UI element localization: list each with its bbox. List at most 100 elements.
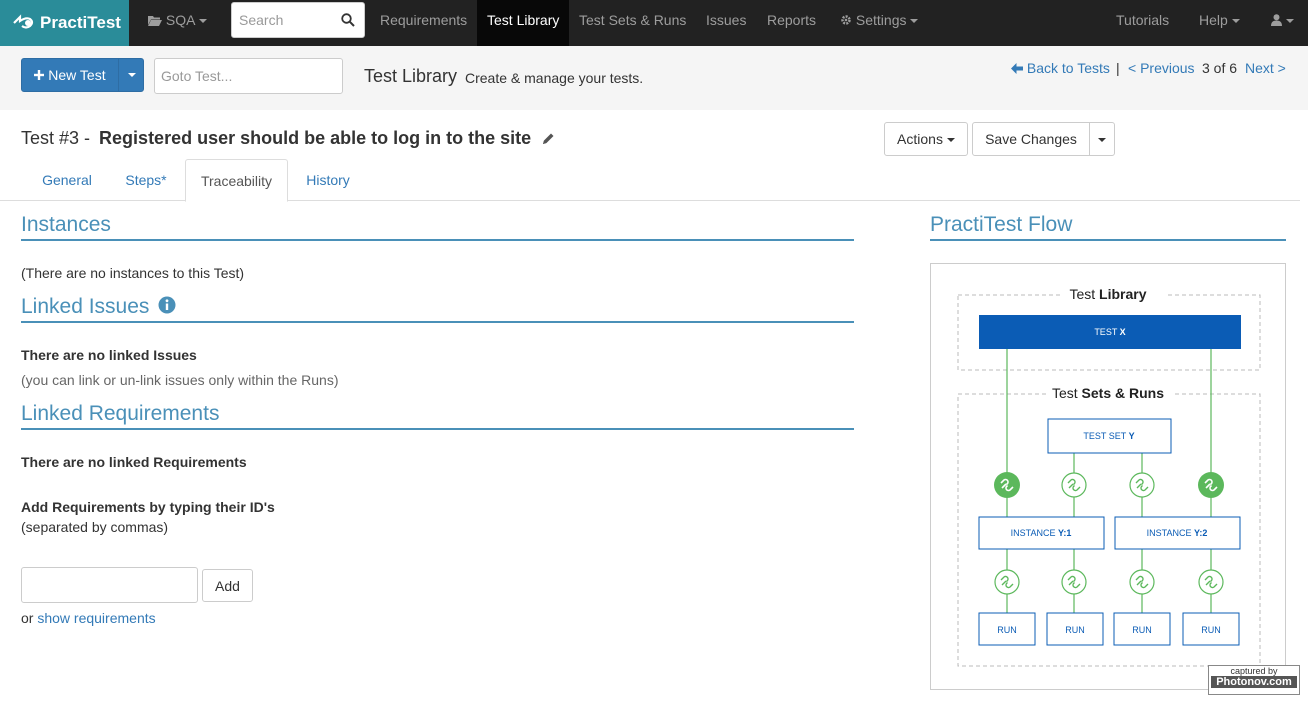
search-input[interactable] xyxy=(232,3,332,37)
chevron-down-icon xyxy=(199,19,208,24)
folder-open-icon xyxy=(148,16,162,26)
run-label-2: RUN xyxy=(1065,625,1085,635)
capture-watermark: captured by Photonov.com xyxy=(1208,665,1300,695)
linked-requirements-heading: Linked Requirements xyxy=(21,402,854,430)
add-requirements-button[interactable]: Add xyxy=(202,569,253,602)
nav-issues[interactable]: Issues xyxy=(706,0,746,46)
nav-settings[interactable]: Settings xyxy=(840,0,919,46)
back-to-tests-link[interactable]: Back to Tests xyxy=(1011,60,1110,76)
test-set-y-label: TEST SET Y xyxy=(1083,431,1134,441)
goto-test-input[interactable] xyxy=(155,59,335,93)
link-icon xyxy=(1198,569,1224,595)
show-requirements-link[interactable]: show requirements xyxy=(37,610,155,626)
chevron-down-icon xyxy=(946,138,955,143)
test-heading: Test #3 - Registered user should be able… xyxy=(21,128,555,149)
requirement-ids-input[interactable] xyxy=(21,567,198,603)
actions-label: Actions xyxy=(897,131,943,147)
watermark-line2: Photonov.com xyxy=(1211,676,1297,688)
gear-icon xyxy=(841,15,851,25)
nav-requirements[interactable]: Requirements xyxy=(380,0,467,46)
linked-requirements-empty-text: There are no linked Requirements xyxy=(21,454,247,470)
run-label-1: RUN xyxy=(997,625,1017,635)
chevron-down-icon xyxy=(127,73,136,77)
tab-general[interactable]: General xyxy=(30,159,104,201)
instance-y2-label: INSTANCE Y:2 xyxy=(1147,528,1208,538)
chevron-down-icon xyxy=(1098,138,1106,143)
add-requirements-title: Add Requirements by typing their ID's xyxy=(21,499,275,515)
instances-heading: Instances xyxy=(21,213,854,241)
chevron-down-icon xyxy=(1231,19,1240,24)
flow-diagram-panel: Test Library Test Sets & Runs TEST X TES… xyxy=(930,263,1286,690)
run-label-3: RUN xyxy=(1132,625,1152,635)
pager-count: 3 of 6 xyxy=(1202,60,1238,76)
run-label-4: RUN xyxy=(1201,625,1221,635)
pencil-icon[interactable] xyxy=(542,132,555,145)
nav-test-library[interactable]: Test Library xyxy=(477,0,570,46)
practitest-flow-heading: PractiTest Flow xyxy=(930,213,1286,241)
link-icon xyxy=(1129,472,1155,498)
top-navbar: PractiTest SQA Requirements Test Library… xyxy=(0,0,1308,46)
logo-icon xyxy=(13,14,34,29)
help-label: Help xyxy=(1199,12,1228,28)
info-icon[interactable] xyxy=(158,296,176,314)
nav-reports[interactable]: Reports xyxy=(767,0,816,46)
link-icon xyxy=(1061,569,1087,595)
plus-icon xyxy=(34,70,45,80)
instance-y1-label: INSTANCE Y:1 xyxy=(1011,528,1072,538)
test-name: Registered user should be able to log in… xyxy=(99,128,532,148)
test-x-label: TEST X xyxy=(1094,327,1125,337)
settings-label: Settings xyxy=(855,12,907,28)
back-to-tests-label: Back to Tests xyxy=(1026,60,1110,76)
nav-help[interactable]: Help xyxy=(1199,0,1240,46)
link-icon-filled xyxy=(994,472,1020,498)
linked-issues-title: Linked Issues xyxy=(21,295,150,318)
practitest-logo[interactable]: PractiTest xyxy=(0,0,129,46)
instances-empty-text: (There are no instances to this Test) xyxy=(21,265,245,281)
linked-issues-heading: Linked Issues xyxy=(21,295,854,323)
user-icon xyxy=(1271,14,1282,26)
search-icon[interactable] xyxy=(341,13,355,27)
test-id: Test #3 - xyxy=(21,128,91,148)
linked-issues-empty-text: There are no linked Issues xyxy=(21,347,197,363)
new-test-button-group[interactable]: New Test xyxy=(21,58,144,92)
search-box[interactable] xyxy=(231,2,365,38)
project-selector[interactable]: SQA xyxy=(148,0,208,46)
link-icon-filled xyxy=(1198,472,1224,498)
actions-button[interactable]: Actions xyxy=(884,122,968,156)
test-sets-runs-group-label: Test Sets & Runs xyxy=(1052,385,1164,401)
user-menu[interactable] xyxy=(1271,0,1294,46)
sub-toolbar: New Test Test Library Create & manage yo… xyxy=(0,46,1308,110)
new-test-button[interactable]: New Test xyxy=(22,59,118,91)
watermark-line1: captured by xyxy=(1230,666,1278,676)
goto-test-box[interactable] xyxy=(154,58,343,94)
link-icon xyxy=(1061,472,1087,498)
project-name: SQA xyxy=(165,12,196,28)
show-requirements-line: or show requirements xyxy=(21,610,156,626)
save-changes-button[interactable]: Save Changes xyxy=(972,122,1090,156)
flow-diagram: Test Library Test Sets & Runs TEST X TES… xyxy=(957,284,1261,667)
page-title: Test Library xyxy=(364,66,458,86)
pager-separator: | xyxy=(1116,60,1120,76)
new-test-label: New Test xyxy=(48,67,106,83)
link-icon xyxy=(1129,569,1155,595)
add-requirements-note: (separated by commas) xyxy=(21,519,169,535)
nav-tutorials[interactable]: Tutorials xyxy=(1116,0,1169,46)
test-tabs: General Steps* Traceability History xyxy=(0,159,1300,202)
next-link[interactable]: Next > xyxy=(1245,60,1286,76)
chevron-down-icon xyxy=(1286,19,1294,24)
link-icon xyxy=(994,569,1020,595)
tab-traceability[interactable]: Traceability xyxy=(185,159,288,202)
linked-issues-note: (you can link or un-link issues only wit… xyxy=(21,372,339,388)
tab-steps[interactable]: Steps* xyxy=(113,159,179,201)
chevron-down-icon xyxy=(910,19,919,24)
test-library-group-label: Test Library xyxy=(1069,286,1146,302)
nav-test-sets-runs[interactable]: Test Sets & Runs xyxy=(579,0,686,46)
tab-history[interactable]: History xyxy=(295,159,361,201)
logo-text: PractiTest xyxy=(40,13,121,32)
arrow-left-icon xyxy=(1011,63,1023,74)
save-dropdown-toggle[interactable] xyxy=(1089,122,1115,156)
new-test-dropdown-toggle[interactable] xyxy=(119,59,144,91)
page-subtitle: Create & manage your tests. xyxy=(465,70,644,86)
or-text: or xyxy=(21,610,34,626)
previous-link[interactable]: < Previous xyxy=(1128,60,1195,76)
